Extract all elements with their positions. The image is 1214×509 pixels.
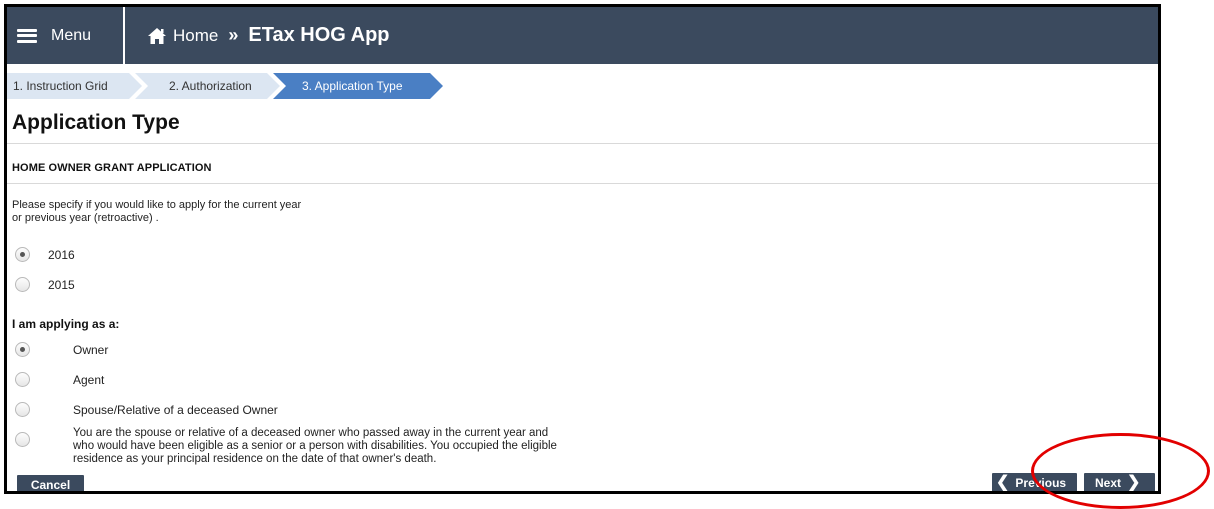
radio-spouse-deceased-senior[interactable] — [15, 432, 30, 447]
year-option-label: 2015 — [48, 277, 75, 292]
hamburger-icon — [17, 28, 37, 43]
applicant-option-label: You are the spouse or relative of a dece… — [73, 427, 633, 466]
breadcrumb-current-page: ETax HOG App — [248, 24, 390, 46]
radio-owner[interactable] — [15, 342, 30, 357]
applicant-option-spouse-deceased-senior[interactable]: You are the spouse or relative of a dece… — [15, 427, 633, 466]
menu-label: Menu — [51, 26, 92, 44]
year-option-2016[interactable]: 2016 — [15, 247, 75, 262]
next-button[interactable]: Next ❯ — [1084, 473, 1155, 491]
breadcrumb-home-link[interactable]: Home — [173, 26, 218, 46]
home-icon[interactable] — [147, 27, 167, 45]
year-option-label: 2016 — [48, 247, 75, 262]
option-text-line-1: You are the spouse or relative of a dece… — [73, 427, 549, 439]
step-authorization[interactable]: 2. Authorization — [135, 73, 280, 99]
chevron-left-icon: ❮ — [996, 474, 1010, 491]
applicant-option-label: Owner — [73, 342, 109, 357]
radio-agent[interactable] — [15, 372, 30, 387]
applicant-option-spouse-relative[interactable]: Spouse/Relative of a deceased Owner — [15, 402, 278, 417]
radio-year-2016[interactable] — [15, 247, 30, 262]
section-heading: HOME OWNER GRANT APPLICATION — [12, 162, 212, 174]
page-title: Application Type — [12, 111, 180, 134]
applicant-option-label: Agent — [73, 372, 105, 387]
app-window: Menu Home » ETax HOG App 1. Instruction … — [4, 4, 1161, 494]
wizard-steps: 1. Instruction Grid 2. Authorization 3. … — [7, 73, 1158, 99]
step-application-type[interactable]: 3. Application Type — [273, 73, 443, 99]
cancel-button[interactable]: Cancel — [17, 475, 84, 491]
chevron-right-icon: ❯ — [1127, 474, 1141, 491]
applicant-option-owner[interactable]: Owner — [15, 342, 108, 357]
previous-button[interactable]: ❮ Previous — [992, 473, 1077, 491]
previous-label: Previous — [1015, 476, 1067, 490]
radio-year-2015[interactable] — [15, 277, 30, 292]
option-text-line-3: residence as your principal residence on… — [73, 453, 437, 465]
intro-text: Please specify if you would like to appl… — [12, 199, 432, 225]
year-option-2015[interactable]: 2015 — [15, 277, 75, 292]
applying-as-label: I am applying as a: — [12, 317, 120, 331]
intro-line-2: or previous year (retroactive) . — [12, 212, 159, 224]
title-divider — [7, 143, 1158, 144]
intro-line-1: Please specify if you would like to appl… — [12, 199, 302, 211]
breadcrumb: Home » ETax HOG App — [147, 7, 390, 64]
breadcrumb-separator: » — [228, 25, 239, 45]
applicant-option-label: Spouse/Relative of a deceased Owner — [73, 402, 278, 417]
menu-button[interactable]: Menu — [7, 7, 125, 64]
top-navigation-bar: Menu Home » ETax HOG App — [7, 7, 1158, 64]
section-divider — [7, 183, 1158, 184]
applicant-option-agent[interactable]: Agent — [15, 372, 104, 387]
next-label: Next — [1095, 476, 1122, 490]
radio-spouse-relative[interactable] — [15, 402, 30, 417]
option-text-line-2: who would have been eligible as a senior… — [73, 440, 557, 452]
step-instruction-grid[interactable]: 1. Instruction Grid — [7, 73, 142, 99]
